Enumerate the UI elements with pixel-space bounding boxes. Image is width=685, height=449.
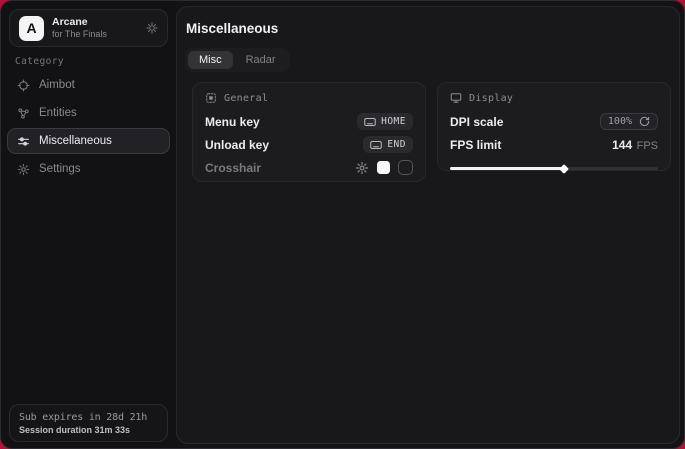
unload-key-label: Unload key [205, 138, 269, 152]
slider-thumb[interactable] [559, 164, 569, 174]
unload-key-row: Unload key END [205, 133, 413, 156]
crosshair-label: Crosshair [205, 161, 261, 175]
crosshair-row: Crosshair [205, 156, 413, 179]
monitor-icon [450, 92, 462, 104]
tab-radar[interactable]: Radar [235, 51, 287, 69]
fps-limit-slider[interactable] [450, 164, 658, 172]
brand-avatar: A [19, 16, 44, 41]
page-title: Miscellaneous [186, 21, 278, 36]
crosshair-icon [17, 79, 30, 92]
dpi-scale-control[interactable]: 100% [600, 113, 658, 130]
menu-key-binding[interactable]: HOME [357, 113, 413, 130]
display-card-title: Display [469, 93, 513, 104]
app-window: A Arcane for The Finals Category [0, 0, 685, 449]
fps-limit-value: 144 [612, 138, 632, 152]
general-card-title: General [224, 93, 268, 104]
subscription-card: Sub expires in 28d 21h Session duration … [9, 404, 168, 442]
menu-key-label: Menu key [205, 115, 260, 129]
gear-icon [17, 163, 30, 176]
main-panel: Miscellaneous Misc Radar General Menu ke… [176, 6, 680, 444]
fps-limit-unit: FPS [637, 140, 658, 152]
slider-fill [450, 167, 564, 170]
brand-subtitle: for The Finals [52, 29, 107, 40]
dpi-scale-label: DPI scale [450, 115, 503, 129]
tab-bar: Misc Radar [185, 48, 290, 72]
entities-icon [17, 107, 30, 120]
crosshair-settings-gear-icon[interactable] [355, 161, 369, 175]
sidebar-item-label: Aimbot [39, 79, 75, 91]
dpi-scale-row: DPI scale 100% [450, 110, 658, 133]
sidebar-item-miscellaneous[interactable]: Miscellaneous [7, 128, 170, 154]
sidebar: A Arcane for The Finals Category [1, 1, 176, 448]
refresh-icon[interactable] [639, 116, 650, 127]
menu-key-row: Menu key HOME [205, 110, 413, 133]
sidebar-item-label: Settings [39, 163, 81, 175]
unload-key-binding[interactable]: END [363, 136, 413, 153]
general-card: General Menu key HOME Unload key [192, 82, 426, 182]
brand-gear-icon[interactable] [146, 22, 158, 34]
sidebar-item-aimbot[interactable]: Aimbot [7, 72, 170, 98]
fps-limit-label: FPS limit [450, 138, 501, 152]
sliders-icon [17, 135, 30, 148]
brand-card: A Arcane for The Finals [9, 9, 168, 47]
layout-grid-icon [205, 92, 217, 104]
fps-limit-row: FPS limit 144 FPS [450, 133, 658, 156]
brand-title: Arcane [52, 16, 107, 29]
keyboard-icon [370, 140, 382, 150]
sidebar-item-label: Entities [39, 107, 77, 119]
display-card: Display DPI scale 100% FPS limit [437, 82, 671, 171]
category-label: Category [15, 56, 64, 67]
sidebar-nav: Aimbot Entities [7, 72, 170, 182]
dpi-scale-value: 100% [608, 116, 632, 127]
sub-expires-text: Sub expires in 28d 21h [19, 412, 158, 423]
tab-misc[interactable]: Misc [188, 51, 233, 69]
sidebar-item-settings[interactable]: Settings [7, 156, 170, 182]
sidebar-item-entities[interactable]: Entities [7, 100, 170, 126]
keyboard-icon [364, 117, 376, 127]
sidebar-item-label: Miscellaneous [39, 135, 112, 147]
crosshair-color-swatch[interactable] [377, 161, 390, 174]
crosshair-toggle-checkbox[interactable] [398, 160, 413, 175]
session-duration-text: Session duration 31m 33s [19, 425, 158, 435]
